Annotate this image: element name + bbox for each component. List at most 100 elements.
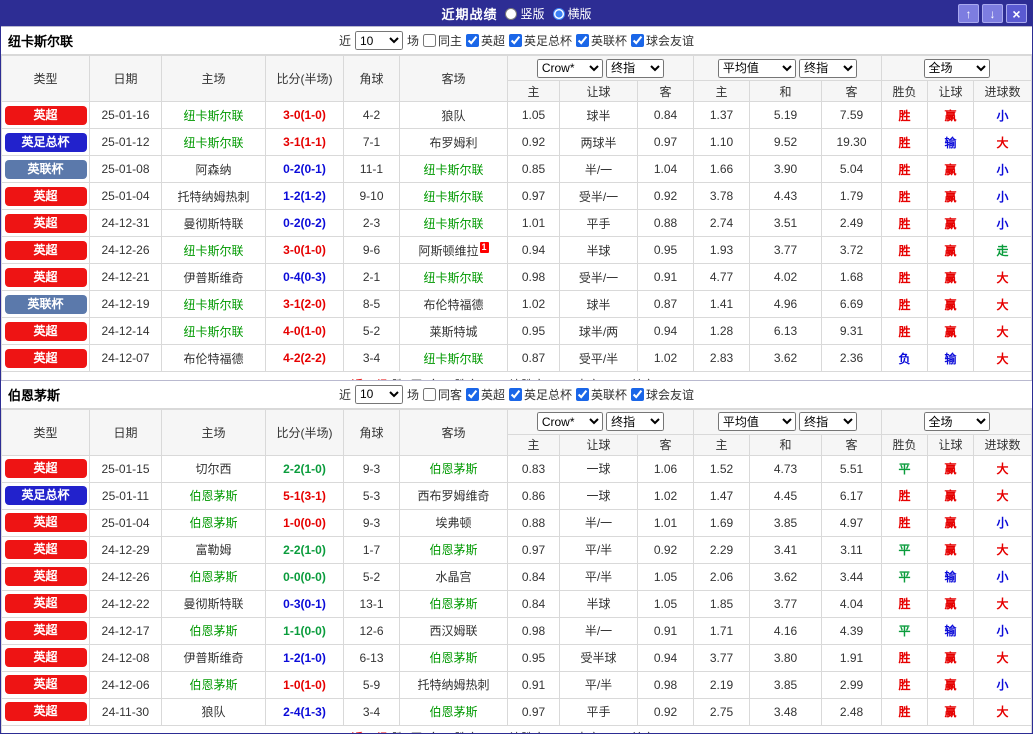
bookmaker-select[interactable]: Crow* [537,59,603,78]
handicap-odds-value: 0.98 [508,264,560,291]
result-handicap: 赢 [928,237,974,264]
subcol-europe-draw: 和 [750,81,822,102]
league-epl-checkbox[interactable] [466,388,479,401]
away-team: 布伦特福德 [400,291,508,318]
home-team: 阿森纳 [162,156,266,183]
result-handicap: 赢 [928,509,974,536]
vertical-radio[interactable] [505,8,517,20]
league-facup-checkbox[interactable] [509,34,522,47]
league-badge: 英超 [5,540,87,559]
league-filter-facup[interactable]: 英足总杯 [509,32,572,49]
europe-stage-select[interactable]: 终指 [799,59,857,78]
europe-odds-value: 2.83 [694,345,750,372]
team-label: 托特纳姆热刺 [417,678,489,692]
match-score: 1-0(1-0) [266,671,344,698]
result-winloss: 平 [882,455,928,482]
europe-odds-value: 3.77 [750,237,822,264]
horizontal-layout-option[interactable]: 横版 [553,5,592,22]
handicap-odds-value: 0.84 [508,563,560,590]
handicap-odds-value: 0.95 [508,644,560,671]
team-label: 纽卡斯尔联 [183,244,243,258]
team-label: 伯恩茅斯 [429,651,477,665]
bookmaker-select[interactable]: Crow* [537,412,603,431]
handicap-odds-value: 受半球 [560,644,638,671]
subcol-handicap-home: 主 [508,81,560,102]
europe-odds-value: 3.77 [694,644,750,671]
col-date-header: 日期 [90,409,162,455]
handicap-odds-value: 1.02 [638,345,694,372]
league-friendly-label: 球会友谊 [646,386,694,403]
average-select[interactable]: 平均值 [718,59,796,78]
horizontal-radio-label: 横版 [568,5,592,22]
league-filter-epl[interactable]: 英超 [466,32,505,49]
match-score: 0-2(0-1) [266,156,344,183]
league-filter-facup[interactable]: 英足总杯 [509,386,572,403]
same-side-checkbox[interactable] [423,34,436,47]
recent-count-select[interactable]: 10 [355,31,403,50]
result-handicap: 赢 [928,590,974,617]
handicap-stage-select[interactable]: 终指 [606,59,664,78]
league-eflcup-checkbox[interactable] [576,388,589,401]
europe-odds-value: 3.85 [750,671,822,698]
same-side-filter[interactable]: 同主 [423,32,462,49]
team-label: 伊普斯维奇 [183,271,243,285]
league-badge: 英联杯 [5,160,87,179]
home-team: 纽卡斯尔联 [162,318,266,345]
same-side-checkbox[interactable] [423,388,436,401]
col-score-header: 比分(半场) [266,409,344,455]
league-filter-friendly[interactable]: 球会友谊 [631,386,694,403]
europe-stage-select[interactable]: 终指 [799,412,857,431]
move-down-button[interactable]: ↓ [982,4,1003,23]
result-winloss: 胜 [882,102,928,129]
result-winloss: 胜 [882,318,928,345]
away-team: 纽卡斯尔联 [400,264,508,291]
same-side-filter[interactable]: 同客 [423,386,462,403]
league-friendly-checkbox[interactable] [631,34,644,47]
league-filter-epl[interactable]: 英超 [466,386,505,403]
europe-odds-value: 4.45 [750,482,822,509]
handicap-odds-value: 0.92 [638,183,694,210]
league-filter-eflcup[interactable]: 英联杯 [576,386,627,403]
average-select[interactable]: 平均值 [718,412,796,431]
handicap-odds-value: 0.97 [638,129,694,156]
europe-odds-value: 3.77 [750,590,822,617]
handicap-stage-select[interactable]: 终指 [606,412,664,431]
league-filter-friendly[interactable]: 球会友谊 [631,32,694,49]
result-winloss: 胜 [882,156,928,183]
match-row: 英联杯25-01-08阿森纳0-2(0-1)11-1纽卡斯尔联0.85半/一1.… [2,156,1032,183]
away-team: 纽卡斯尔联 [400,345,508,372]
league-filter-eflcup[interactable]: 英联杯 [576,32,627,49]
corner-score: 5-2 [344,318,400,345]
match-row: 英超24-12-31曼彻斯特联0-2(0-2)2-3纽卡斯尔联1.01平手0.8… [2,210,1032,237]
close-button[interactable]: × [1006,4,1027,23]
europe-odds-value: 9.31 [822,318,882,345]
league-eflcup-checkbox[interactable] [576,34,589,47]
fulltime-scope-select[interactable]: 全场 [924,59,990,78]
vertical-layout-option[interactable]: 竖版 [505,5,544,22]
match-date: 24-12-19 [90,291,162,318]
team-label: 纽卡斯尔联 [423,190,483,204]
away-team: 西布罗姆维奇 [400,482,508,509]
horizontal-radio[interactable] [553,8,565,20]
move-up-button[interactable]: ↑ [958,4,979,23]
result-goals: 小 [974,183,1032,210]
recent-count-select[interactable]: 10 [355,385,403,404]
league-epl-checkbox[interactable] [466,34,479,47]
result-winloss: 胜 [882,482,928,509]
team-label: 纽卡斯尔联 [423,217,483,231]
league-facup-checkbox[interactable] [509,388,522,401]
summary-row: 近10场,胜6平4负0, 胜率:60% 让胜率:80% 大率:60% 单率:40… [2,725,1032,733]
result-goals: 小 [974,671,1032,698]
handicap-odds-value: 半/一 [560,156,638,183]
league-friendly-checkbox[interactable] [631,388,644,401]
handicap-odds-group: Crow* 终指 [508,409,694,434]
europe-odds-value: 2.06 [694,563,750,590]
fulltime-scope-select[interactable]: 全场 [924,412,990,431]
handicap-odds-value: 0.91 [508,671,560,698]
corner-score: 5-2 [344,563,400,590]
subcol-winloss: 胜负 [882,434,928,455]
away-team: 狼队 [400,102,508,129]
away-team: 纽卡斯尔联 [400,156,508,183]
league-facup-label: 英足总杯 [524,386,572,403]
home-team: 纽卡斯尔联 [162,291,266,318]
